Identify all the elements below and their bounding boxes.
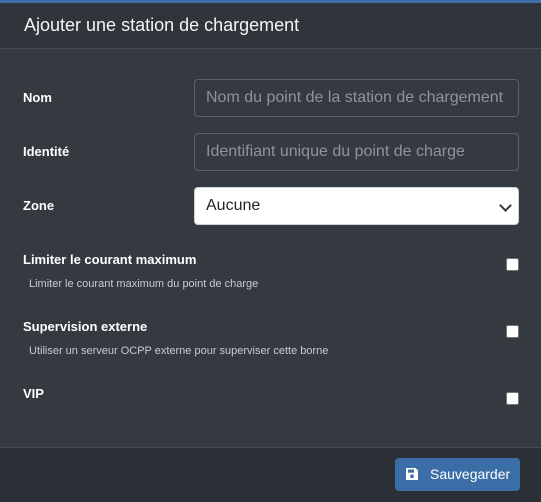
limit-current-label: Limiter le courant maximum	[23, 252, 197, 267]
chevron-down-icon	[499, 199, 512, 212]
vip-label: VIP	[23, 386, 44, 401]
modal-title: Ajouter une station de chargement	[24, 15, 300, 35]
add-charging-station-modal: Ajouter une station de chargement Nom Id…	[0, 0, 541, 502]
external-supervision-help: Utiliser un serveur OCPP externe pour su…	[29, 345, 329, 357]
floppy-disk-icon	[406, 468, 418, 480]
identity-label: Identité	[23, 144, 70, 159]
zone-label: Zone	[23, 198, 55, 213]
limit-current-help: Limiter le courant maximum du point de c…	[29, 278, 259, 290]
save-button-label: Sauvegarder	[430, 466, 511, 482]
zone-select[interactable]: Aucune	[194, 187, 519, 225]
external-supervision-label: Supervision externe	[23, 319, 148, 334]
vip-checkbox[interactable]	[506, 392, 519, 405]
modal-header: Ajouter une station de chargement	[0, 3, 541, 49]
external-supervision-checkbox[interactable]	[506, 325, 519, 338]
name-label: Nom	[23, 90, 52, 105]
identity-input[interactable]	[194, 133, 519, 171]
limit-current-checkbox[interactable]	[506, 258, 519, 271]
name-input[interactable]	[194, 79, 519, 117]
zone-selected-value: Aucune	[206, 197, 261, 214]
save-button[interactable]: Sauvegarder	[395, 458, 520, 491]
